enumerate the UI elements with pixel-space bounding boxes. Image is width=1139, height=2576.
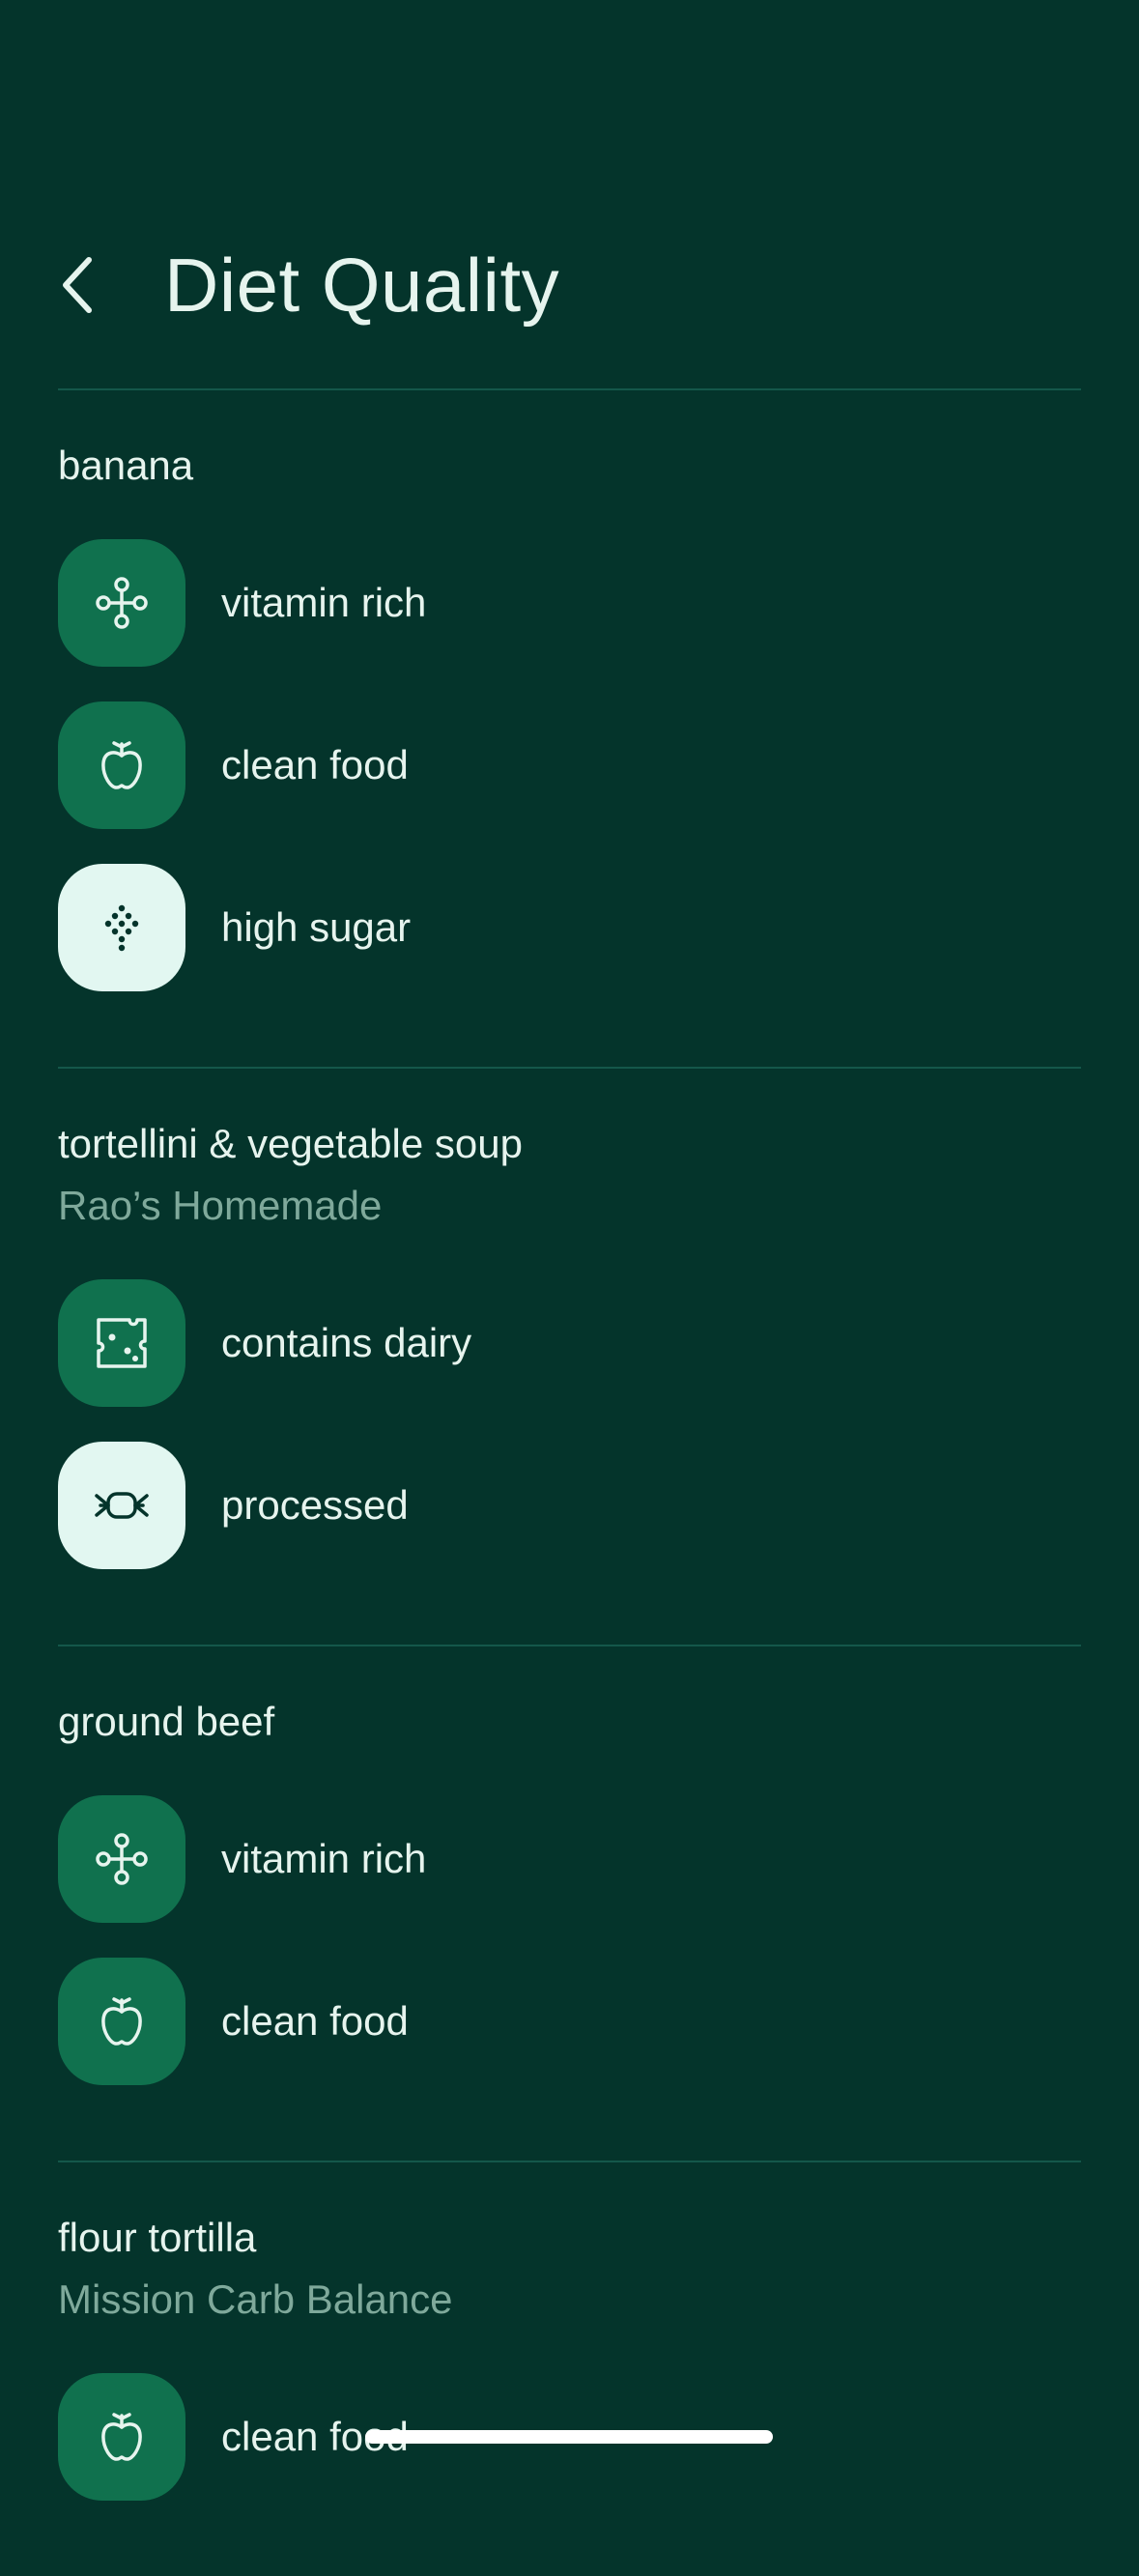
- tag-row[interactable]: processed: [58, 1442, 1081, 1569]
- molecule-icon: [96, 577, 148, 629]
- cheese-icon: [97, 1318, 147, 1368]
- tag-icon-badge: [58, 701, 185, 829]
- tag-list: contains dairy processed: [58, 1279, 1081, 1569]
- tag-label: contains dairy: [221, 1320, 472, 1365]
- home-indicator[interactable]: [365, 2430, 773, 2444]
- food-section: ground beef vitamin rich clean food: [58, 1646, 1081, 2161]
- apple-icon: [101, 1997, 142, 2046]
- tag-row[interactable]: clean food: [58, 1958, 1081, 2085]
- tag-list: vitamin rich clean food high sugar: [58, 539, 1081, 991]
- food-section: banana vitamin rich clean food high sugar: [58, 390, 1081, 1067]
- tag-label: vitamin rich: [221, 580, 427, 625]
- food-name[interactable]: flour tortilla: [58, 2213, 1081, 2263]
- header: Diet Quality: [58, 222, 1081, 348]
- tag-label: processed: [221, 1482, 409, 1528]
- tag-icon-badge: [58, 1795, 185, 1923]
- apple-icon: [101, 2413, 142, 2461]
- tag-list: vitamin rich clean food: [58, 1795, 1081, 2085]
- food-section: tortellini & vegetable soup Rao’s Homemad…: [58, 1069, 1081, 1645]
- tag-row[interactable]: contains dairy: [58, 1279, 1081, 1407]
- tag-label: clean food: [221, 1998, 409, 2044]
- food-section: flour tortilla Mission Carb Balance clean …: [58, 2162, 1081, 2576]
- tag-row[interactable]: vitamin rich: [58, 1795, 1081, 1923]
- back-button[interactable]: [58, 246, 116, 324]
- sugar-dots-icon: [104, 904, 139, 952]
- tag-label: high sugar: [221, 904, 412, 950]
- page-title: Diet Quality: [164, 242, 560, 328]
- food-name[interactable]: tortellini & vegetable soup: [58, 1119, 1081, 1169]
- tag-row[interactable]: clean food: [58, 701, 1081, 829]
- tag-row[interactable]: vitamin rich: [58, 539, 1081, 667]
- food-name[interactable]: banana: [58, 441, 1081, 491]
- food-list: banana vitamin rich clean food high sugar to…: [58, 388, 1081, 2576]
- tag-label: clean food: [221, 742, 409, 787]
- molecule-icon: [96, 1833, 148, 1885]
- tag-row[interactable]: high sugar: [58, 864, 1081, 991]
- candy-icon: [95, 1492, 149, 1519]
- tag-icon-badge: [58, 1958, 185, 2085]
- chevron-left-icon: [63, 257, 92, 313]
- tag-icon-badge: [58, 1442, 185, 1569]
- food-name[interactable]: ground beef: [58, 1697, 1081, 1747]
- apple-icon: [101, 741, 142, 789]
- tag-icon-badge: [58, 539, 185, 667]
- tag-icon-badge: [58, 864, 185, 991]
- food-brand: Mission Carb Balance: [58, 2276, 453, 2322]
- food-brand: Rao’s Homemade: [58, 1183, 383, 1228]
- tag-icon-badge: [58, 1279, 185, 1407]
- tag-label: vitamin rich: [221, 1836, 427, 1881]
- tag-icon-badge: [58, 2373, 185, 2501]
